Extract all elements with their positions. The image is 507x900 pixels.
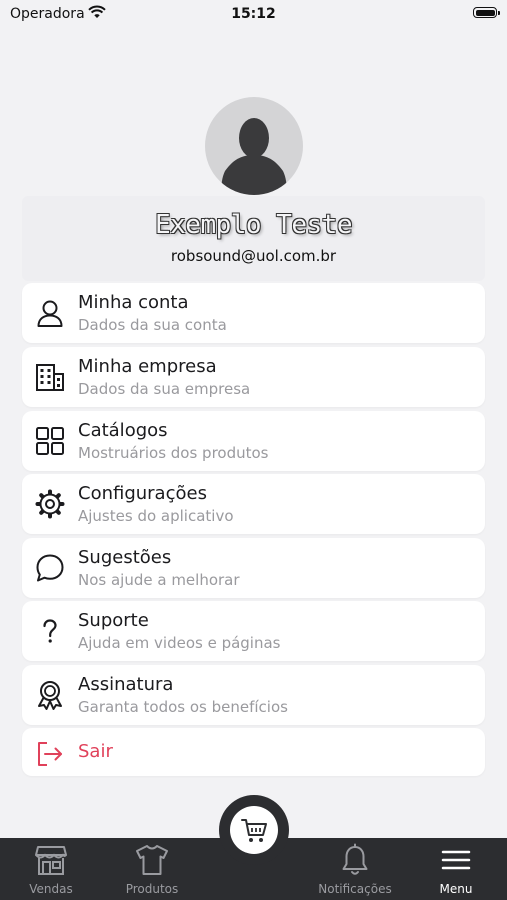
cart-icon — [241, 819, 267, 842]
chat-bubble-icon — [36, 554, 64, 582]
gear-icon — [35, 489, 65, 519]
menu-item-title: Catálogos — [78, 420, 168, 441]
tab-label: Vendas — [29, 882, 73, 896]
profile-name: Exemplo Teste — [155, 210, 353, 240]
menu-item-subtitle: Nos ajude a melhorar — [78, 571, 240, 589]
menu-item-minha-conta[interactable]: Minha conta Dados da sua conta — [22, 283, 485, 343]
tab-label: Notificações — [318, 882, 392, 896]
hamburger-icon — [441, 850, 471, 870]
menu-item-subtitle: Garanta todos os benefícios — [78, 698, 288, 716]
user-icon — [37, 300, 63, 327]
tab-produtos[interactable]: Produtos — [107, 838, 197, 900]
clock: 15:12 — [231, 6, 276, 22]
menu-item-subtitle: Ajuda em videos e páginas — [78, 634, 281, 652]
menu-item-subtitle: Dados da sua conta — [78, 316, 227, 334]
menu-item-suporte[interactable]: Suporte Ajuda em videos e páginas — [22, 601, 485, 661]
menu-item-subtitle: Dados da sua empresa — [78, 380, 251, 398]
menu-item-catalogos[interactable]: Catálogos Mostruários dos produtos — [22, 411, 485, 471]
tab-label: Produtos — [125, 882, 179, 896]
tab-label: Menu — [439, 882, 473, 896]
logout-label: Sair — [78, 741, 113, 762]
menu-item-title: Assinatura — [78, 674, 174, 695]
bell-icon — [342, 843, 368, 875]
profile-email: robsound@uol.com.br — [170, 247, 337, 265]
menu-item-title: Minha conta — [78, 292, 189, 313]
menu-item-configuracoes[interactable]: Configurações Ajustes do aplicativo — [22, 474, 485, 534]
person-silhouette-icon — [221, 118, 287, 195]
menu-item-title: Suporte — [78, 610, 149, 631]
building-icon — [36, 364, 64, 391]
menu-item-title: Configurações — [78, 483, 207, 504]
menu-item-subtitle: Mostruários dos produtos — [78, 444, 269, 462]
question-icon — [43, 619, 57, 643]
logout-icon — [38, 742, 62, 766]
grid-icon — [36, 427, 64, 455]
battery-icon — [473, 7, 500, 18]
menu-item-title: Minha empresa — [78, 356, 217, 377]
menu-item-title: Sugestões — [78, 547, 172, 568]
tshirt-icon — [136, 845, 168, 875]
award-ribbon-icon — [38, 681, 62, 710]
menu-item-minha-empresa[interactable]: Minha empresa Dados da sua empresa — [22, 347, 485, 407]
logout-button[interactable]: Sair — [22, 728, 485, 776]
tab-vendas[interactable]: Vendas — [6, 838, 96, 900]
menu-item-assinatura[interactable]: Assinatura Garanta todos os benefícios — [22, 665, 485, 725]
tab-menu[interactable]: Menu — [411, 838, 501, 900]
menu-item-subtitle: Ajustes do aplicativo — [78, 507, 234, 525]
avatar[interactable] — [205, 97, 303, 195]
store-icon — [35, 846, 67, 875]
menu-item-sugestoes[interactable]: Sugestões Nos ajude a melhorar — [22, 538, 485, 598]
status-bar: Operadora 15:12 — [0, 0, 507, 30]
tab-notificacoes[interactable]: Notificações — [310, 838, 400, 900]
cart-button[interactable] — [230, 806, 278, 854]
